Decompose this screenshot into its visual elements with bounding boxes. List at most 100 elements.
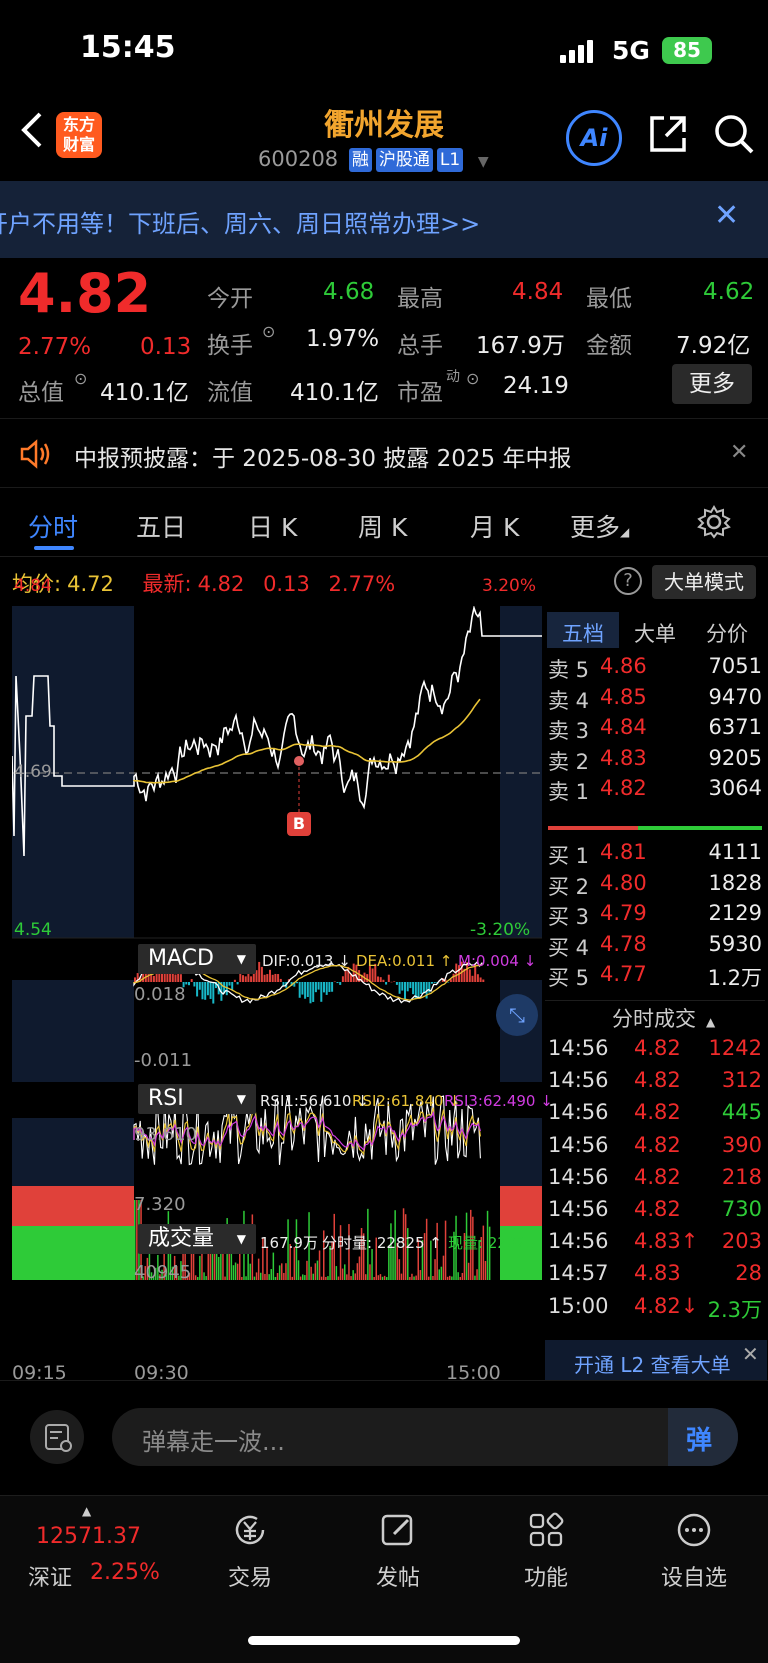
stock-code-row[interactable]: 600208 融沪股通 L1 ▼ bbox=[258, 147, 489, 172]
high-value: 4.84 bbox=[512, 279, 564, 305]
ask-row[interactable]: 卖 3 4.84 6371 bbox=[548, 715, 762, 745]
macd-bar bbox=[309, 982, 312, 1004]
buy-marker-label[interactable]: B bbox=[287, 814, 311, 833]
macd-bar bbox=[228, 982, 231, 986]
macd-bar bbox=[263, 974, 266, 982]
nav-post[interactable]: 发帖 bbox=[348, 1560, 448, 1592]
functions-grid-icon[interactable] bbox=[526, 1510, 566, 1550]
intraday-chart[interactable] bbox=[12, 606, 542, 1386]
close-icon[interactable]: ✕ bbox=[714, 198, 739, 233]
post-edit-icon[interactable] bbox=[378, 1510, 418, 1550]
macd-bar bbox=[382, 979, 385, 982]
vol-top: 40945 bbox=[134, 1262, 192, 1283]
rsi-selector[interactable]: RSI ▼ bbox=[138, 1084, 256, 1114]
bid-row[interactable]: 买 1 4.81 4111 bbox=[548, 840, 762, 870]
volume-bar bbox=[383, 1275, 386, 1280]
nav-functions[interactable]: 功能 bbox=[496, 1560, 596, 1592]
macd-bar bbox=[344, 969, 347, 982]
ask-row[interactable]: 卖 2 4.83 9205 bbox=[548, 746, 762, 776]
volume-bar bbox=[358, 1256, 361, 1280]
ai-assistant-button[interactable]: Ai bbox=[566, 110, 622, 166]
trade-qty: 390 bbox=[721, 1132, 762, 1157]
tab-weekly-k[interactable]: 周 K bbox=[358, 508, 407, 544]
volume-bar bbox=[325, 1276, 327, 1280]
ask-label: 卖 2 bbox=[548, 749, 590, 774]
big-order-mode-button[interactable]: 大单模式 bbox=[652, 565, 756, 599]
macd-bar bbox=[328, 982, 331, 992]
share-icon[interactable] bbox=[646, 112, 690, 156]
ask-row[interactable]: 卖 1 4.82 3064 bbox=[548, 776, 762, 806]
bid-ratio-bar bbox=[638, 826, 762, 830]
trades-title[interactable]: 分时成交 ▲ bbox=[612, 1003, 715, 1033]
trade-price: 4.83↑ bbox=[634, 1229, 699, 1254]
ask-qty: 6371 bbox=[708, 715, 762, 739]
ask-label: 卖 5 bbox=[548, 658, 590, 682]
search-icon[interactable] bbox=[712, 112, 756, 156]
ask-row[interactable]: 卖 5 4.86 7051 bbox=[548, 654, 762, 684]
margin-tag: 融 bbox=[348, 148, 372, 172]
low-value: 4.62 bbox=[703, 279, 755, 305]
bid-row[interactable]: 买 4 4.78 5930 bbox=[548, 932, 762, 962]
banner-text[interactable]: 开户不用等！下班后、周六、周日照常办理>> bbox=[0, 204, 480, 239]
trade-time: 14:56 bbox=[548, 1068, 609, 1093]
macd-bar bbox=[179, 974, 182, 982]
volume-bar bbox=[438, 1269, 440, 1280]
close-icon[interactable]: ✕ bbox=[730, 440, 748, 465]
info-icon[interactable]: ⊙ bbox=[466, 369, 479, 388]
index-value[interactable]: 12571.37 bbox=[36, 1524, 141, 1549]
volume-bar bbox=[444, 1220, 447, 1280]
volume-bar bbox=[442, 1255, 445, 1280]
macd-bar bbox=[377, 976, 379, 982]
macd-bar bbox=[206, 982, 209, 996]
bid-row[interactable]: 买 3 4.79 2129 bbox=[548, 901, 762, 931]
tab-five-day[interactable]: 五日 bbox=[136, 508, 186, 544]
current-price: 4.82 bbox=[18, 262, 152, 325]
volume-bar bbox=[316, 1260, 319, 1280]
info-icon[interactable]: ⊙ bbox=[74, 369, 87, 388]
tab-price-dist[interactable]: 分价 bbox=[706, 618, 748, 648]
tab-more[interactable]: 更多◢ bbox=[570, 508, 629, 544]
trade-row: 14:56 4.82 312 bbox=[548, 1068, 762, 1098]
nav-trade[interactable]: 交易 bbox=[200, 1560, 300, 1592]
volume-bar bbox=[318, 1250, 321, 1280]
macd-bar bbox=[320, 982, 323, 1002]
macd-bar bbox=[312, 982, 315, 1002]
tab-monthly-k[interactable]: 月 K bbox=[470, 508, 519, 544]
macd-bar bbox=[209, 982, 212, 999]
macd-bar bbox=[341, 976, 344, 982]
tab-intraday[interactable]: 分时 bbox=[28, 508, 78, 544]
volume-bar bbox=[236, 1263, 239, 1280]
volume-bar bbox=[197, 1276, 199, 1280]
chevron-down-icon: ▼ bbox=[477, 154, 489, 170]
ask-row[interactable]: 卖 4 4.85 9470 bbox=[548, 685, 762, 715]
settings-gear-icon[interactable] bbox=[696, 504, 732, 540]
volume-selector[interactable]: 成交量 ▼ bbox=[138, 1224, 256, 1254]
volume-bar bbox=[249, 1263, 251, 1280]
danmaku-toggle-icon[interactable] bbox=[30, 1410, 84, 1464]
macd-bar bbox=[390, 981, 393, 983]
nav-watchlist[interactable]: 设自选 bbox=[644, 1560, 744, 1592]
tab-big-orders[interactable]: 大单 bbox=[634, 618, 676, 648]
index-name[interactable]: 深证 bbox=[28, 1560, 72, 1592]
close-icon[interactable]: ✕ bbox=[742, 1342, 759, 1366]
l2-promo-text[interactable]: 开通 L2 查看大单 bbox=[574, 1349, 731, 1378]
trade-qty: 312 bbox=[721, 1068, 762, 1093]
index-pct: 2.25% bbox=[90, 1560, 160, 1585]
premarket-ratio bbox=[12, 1226, 134, 1280]
expand-chart-icon[interactable]: ⤡ bbox=[496, 994, 538, 1036]
tab-daily-k[interactable]: 日 K bbox=[248, 508, 297, 544]
info-icon[interactable]: ⊙ bbox=[262, 322, 275, 341]
more-dots-icon[interactable] bbox=[674, 1510, 714, 1550]
bid-qty: 5930 bbox=[708, 931, 762, 956]
volume-bar bbox=[461, 1272, 464, 1280]
trade-yen-icon[interactable] bbox=[230, 1510, 270, 1550]
ask-price: 4.86 bbox=[600, 654, 647, 678]
pct-bottom: -3.20% bbox=[470, 920, 531, 940]
help-icon[interactable]: ? bbox=[614, 567, 642, 595]
macd-selector[interactable]: MACD ▼ bbox=[138, 944, 256, 974]
macd-bar bbox=[196, 982, 199, 997]
trade-price: 4.82 bbox=[634, 1068, 681, 1093]
bid-row[interactable]: 买 5 4.77 1.2万 bbox=[548, 962, 762, 992]
more-quote-button[interactable]: 更多 bbox=[672, 364, 752, 404]
bid-row[interactable]: 买 2 4.80 1828 bbox=[548, 871, 762, 901]
